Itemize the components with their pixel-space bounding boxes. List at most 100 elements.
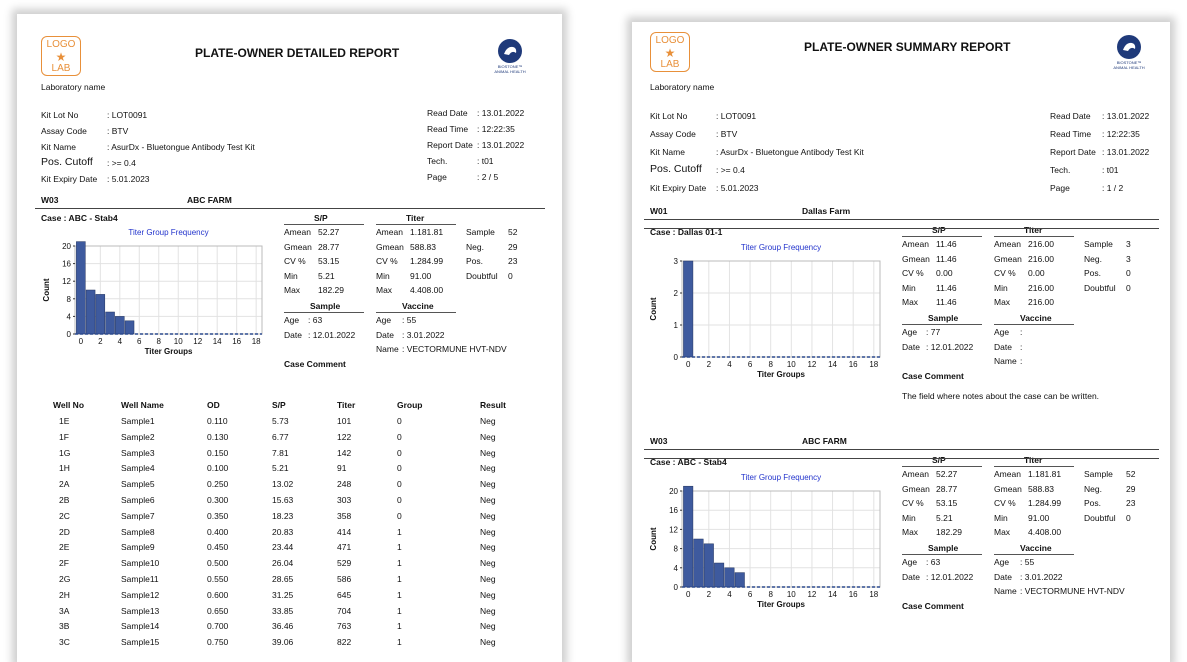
table-cell: 0 — [397, 447, 402, 458]
table-cell: 2H — [59, 589, 70, 600]
table-cell: Neg — [480, 495, 496, 505]
sp-stat-value: 5.21 — [936, 512, 953, 523]
vaccine-label: Name — [994, 586, 1017, 596]
titer-stat-value: 0.00 — [1028, 268, 1045, 278]
table-header-well-name: Well Name — [121, 400, 164, 410]
table-cell: Neg — [480, 463, 496, 474]
table-cell: 18.23 — [272, 510, 294, 521]
table-cell: 23.44 — [272, 542, 294, 553]
vaccine-underline — [994, 554, 1074, 555]
table-cell: Sample9 — [121, 542, 155, 553]
table-cell: 26.04 — [272, 558, 294, 569]
table-cell: 122 — [337, 431, 352, 442]
table-cell: 0.400 — [207, 526, 229, 537]
table-cell: 3A — [59, 605, 70, 616]
table-cell: Sample10 — [121, 558, 160, 569]
bar — [683, 260, 694, 358]
table-cell: Neg — [480, 542, 496, 553]
sample-label: Date — [902, 341, 920, 352]
titer-underline — [376, 224, 456, 225]
table-cell: Neg — [480, 510, 496, 521]
y-tick-label: 8 — [67, 295, 72, 304]
x-tick-label: 6 — [748, 360, 753, 369]
section-top-divider — [644, 228, 1159, 229]
table-cell: 31.25 — [272, 589, 294, 600]
sp-stat-value: 53.15 — [936, 498, 958, 508]
info-value: : BTV — [716, 129, 738, 139]
table-cell: 5.21 — [272, 463, 289, 474]
sp-stat-label: Min — [902, 282, 916, 293]
sp-stat-value: 11.46 — [936, 239, 957, 249]
vaccine-label: Date — [994, 571, 1012, 582]
titer-stat-value: 588.83 — [410, 241, 436, 252]
titer-stat-value: 4.408.00 — [410, 285, 444, 295]
y-axis-label: Count — [649, 297, 658, 320]
lab-logo: LOGO ★ LAB — [41, 36, 81, 76]
table-cell: 28.65 — [272, 574, 294, 584]
count-value: 29 — [1126, 483, 1136, 494]
table-cell: 33.85 — [272, 605, 294, 616]
count-value: 29 — [508, 241, 518, 252]
titer-stat-label: Max — [994, 527, 1011, 537]
y-tick-label: 4 — [67, 312, 72, 321]
x-axis-label: Titer Groups — [145, 347, 193, 356]
sample-label: Date — [902, 571, 920, 582]
table-cell: Neg — [480, 605, 496, 616]
sp-stat-value: 52.27 — [318, 227, 340, 237]
chart-title: Titer Group Frequency — [128, 228, 208, 237]
count-value: 0 — [1126, 268, 1131, 278]
info-value: : t01 — [1102, 165, 1119, 175]
sp-stat-value: 182.29 — [318, 285, 344, 295]
titer-header: Titer — [1024, 225, 1043, 235]
sp-stat-label: Amean — [284, 227, 311, 237]
table-cell: 0 — [397, 495, 402, 505]
table-cell: 0.600 — [207, 589, 229, 600]
y-tick-label: 8 — [674, 545, 679, 554]
table-cell: 142 — [337, 447, 352, 458]
summary-report-page: LOGO ★ LAB PLATE-OWNER SUMMARY REPORT BIOS… — [632, 22, 1170, 662]
info-value: : LOT0091 — [716, 111, 757, 121]
titer-frequency-chart: Titer Group Frequency 0 2 4 6 8 10 12 14 16 18 0 4 8 1… — [649, 473, 881, 609]
count-label: Sample — [1084, 469, 1113, 479]
table-cell: 358 — [337, 510, 352, 521]
info-label: Pos. Cutoff — [650, 163, 702, 175]
count-label: Sample — [466, 227, 495, 237]
titer-stat-label: CV % — [376, 256, 398, 266]
sample-header: Sample — [310, 301, 341, 311]
section-divider — [644, 449, 1159, 450]
x-tick-label: 12 — [807, 590, 816, 599]
table-cell: 0.300 — [207, 495, 229, 505]
info-value: : >= 0.4 — [107, 158, 136, 168]
section-divider — [644, 219, 1159, 220]
count-value: 52 — [508, 227, 518, 237]
count-value: 52 — [1126, 469, 1136, 479]
table-cell: Sample12 — [121, 589, 160, 600]
table-cell: Sample8 — [121, 526, 155, 537]
plot-frame — [681, 260, 881, 358]
table-cell: 0.110 — [207, 416, 228, 426]
titer-stat-label: Amean — [376, 227, 403, 237]
table-header-od: OD — [207, 400, 220, 410]
table-cell: 763 — [337, 621, 352, 632]
bar — [76, 241, 86, 335]
x-tick-label: 8 — [768, 590, 773, 599]
table-cell: 0.750 — [207, 637, 229, 648]
info-label: Read Time — [427, 124, 469, 134]
table-cell: Neg — [480, 589, 496, 600]
titer-stat-value: 91.00 — [410, 270, 432, 281]
vaccine-value: : 55 — [402, 315, 417, 325]
vaccine-value: : — [1020, 341, 1023, 352]
sample-label: Date — [284, 329, 302, 340]
table-cell: 1F — [59, 431, 69, 442]
table-cell: 0.450 — [207, 542, 229, 553]
y-tick-label: 20 — [62, 242, 71, 251]
table-cell: 0.250 — [207, 479, 229, 490]
table-cell: Sample2 — [121, 431, 155, 442]
case-comment-text: The field where notes about the case can… — [902, 391, 1100, 401]
x-tick-label: 0 — [79, 337, 84, 346]
titer-stat-value: 4.408.00 — [1028, 527, 1062, 537]
y-tick-label: 0 — [67, 330, 72, 339]
info-label: Kit Lot No — [650, 111, 688, 121]
table-cell: Neg — [480, 479, 496, 490]
table-cell: 2E — [59, 542, 70, 553]
